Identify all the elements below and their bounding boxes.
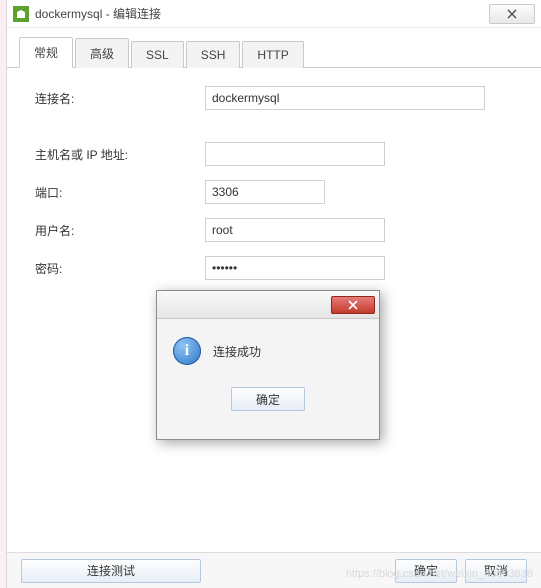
tab-ssh[interactable]: SSH	[186, 41, 241, 68]
close-icon	[507, 9, 517, 19]
info-icon: i	[173, 337, 201, 365]
password-label: 密码:	[35, 260, 205, 277]
dialog-close-button[interactable]	[331, 296, 375, 314]
tab-http[interactable]: HTTP	[242, 41, 303, 68]
tab-general[interactable]: 常规	[19, 37, 73, 68]
tab-ssl[interactable]: SSL	[131, 41, 184, 68]
close-icon	[348, 300, 358, 310]
window-title: dockermysql - 编辑连接	[35, 5, 161, 22]
test-connection-button[interactable]: 连接测试	[21, 559, 201, 583]
bottom-bar: 连接测试 确定 取消	[7, 552, 541, 588]
ok-button[interactable]: 确定	[395, 559, 457, 583]
dialog-actions: 确定	[157, 373, 379, 411]
cancel-button[interactable]: 取消	[465, 559, 527, 583]
connection-name-input[interactable]	[205, 86, 485, 110]
window-close-button[interactable]	[489, 4, 535, 24]
port-input[interactable]	[205, 180, 325, 204]
username-input[interactable]	[205, 218, 385, 242]
port-label: 端口:	[35, 184, 205, 201]
tabbar: 常规 高级 SSL SSH HTTP	[7, 28, 541, 68]
tab-advanced[interactable]: 高级	[75, 38, 129, 68]
dialog-ok-button[interactable]: 确定	[231, 387, 305, 411]
host-input[interactable]	[205, 142, 385, 166]
dialog-titlebar	[157, 291, 379, 319]
password-input[interactable]	[205, 256, 385, 280]
username-label: 用户名:	[35, 222, 205, 239]
connection-name-label: 连接名:	[35, 90, 205, 107]
message-dialog: i 连接成功 确定	[156, 290, 380, 440]
dialog-message: 连接成功	[213, 343, 261, 360]
host-label: 主机名或 IP 地址:	[35, 146, 205, 163]
app-icon	[13, 6, 29, 22]
dialog-body: i 连接成功	[157, 319, 379, 373]
titlebar: dockermysql - 编辑连接	[7, 0, 541, 28]
